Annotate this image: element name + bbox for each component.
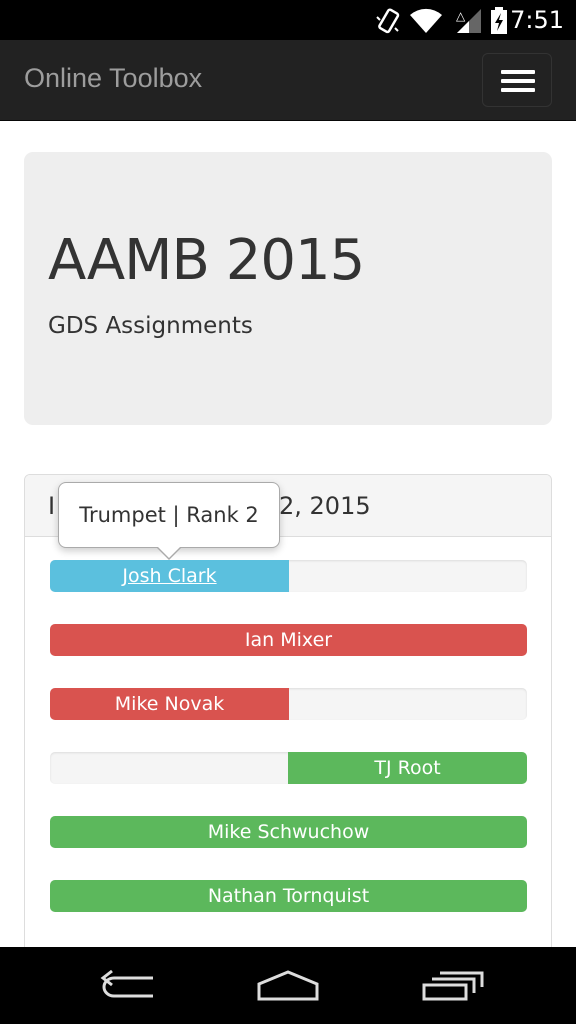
player-bar[interactable]: Mike Schwuchow: [50, 816, 527, 848]
svg-text:△: △: [456, 9, 466, 23]
battery-charging-icon: [491, 7, 507, 34]
page-title: AAMB 2015: [48, 228, 365, 293]
system-nav-bar: [0, 947, 576, 1024]
assignment-panel: I 2, 2015 Josh Clark Ian Mixer Mike Novak T…: [24, 474, 552, 1014]
vibrate-icon: [376, 8, 400, 34]
player-bar[interactable]: Mike Novak: [50, 688, 289, 720]
home-button[interactable]: [228, 947, 348, 1024]
status-bar: △ 7:51: [0, 0, 576, 40]
player-progress: Mike Schwuchow: [50, 816, 527, 848]
player-tooltip: Trumpet | Rank 2: [58, 482, 280, 560]
wifi-icon: [410, 8, 442, 34]
player-progress: Nathan Tornquist: [50, 880, 527, 912]
back-button[interactable]: [68, 947, 188, 1024]
home-icon: [257, 970, 319, 1001]
jumbotron: AAMB 2015 GDS Assignments: [24, 152, 552, 425]
recent-apps-icon: [422, 971, 484, 1001]
page-subtitle: GDS Assignments: [48, 313, 253, 339]
top-navbar: Online Toolbox: [0, 40, 576, 121]
player-bar[interactable]: Ian Mixer: [50, 624, 527, 656]
navbar-toggle-button[interactable]: [482, 53, 552, 107]
panel-title-right: 2, 2015: [279, 492, 371, 520]
player-progress: TJ Root: [50, 752, 527, 784]
player-bar[interactable]: Nathan Tornquist: [50, 880, 527, 912]
player-progress: Josh Clark: [50, 560, 527, 592]
navbar-brand[interactable]: Online Toolbox: [24, 62, 202, 94]
back-icon: [100, 969, 153, 998]
player-bar[interactable]: TJ Root: [288, 752, 527, 784]
player-progress: Mike Novak: [50, 688, 527, 720]
player-bar[interactable]: Josh Clark: [50, 560, 289, 592]
signal-icon: △: [456, 9, 481, 33]
player-progress: Ian Mixer: [50, 624, 527, 656]
panel-title-left: I: [48, 492, 56, 520]
tooltip-text: Trumpet | Rank 2: [79, 503, 259, 527]
status-time: 7:51: [510, 6, 564, 34]
recent-apps-button[interactable]: [392, 947, 512, 1024]
